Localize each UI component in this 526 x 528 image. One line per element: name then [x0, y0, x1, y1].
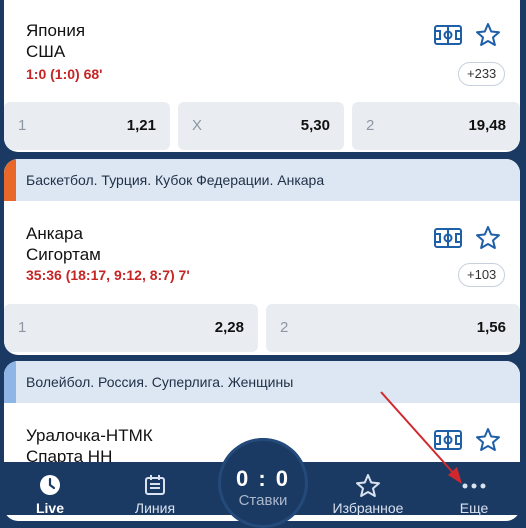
event-card-japan-usa[interactable]: Япония США 1:0 (1:0) 68' +233 1 1,21 X 5…: [4, 0, 520, 152]
more-markets-badge[interactable]: +233: [458, 62, 506, 86]
team-1: Уралочка-НТМК: [26, 426, 153, 445]
odd-label: 2: [366, 117, 375, 134]
nav-line[interactable]: Линия: [115, 462, 195, 516]
odd-value: 5,30: [300, 117, 330, 134]
clock-icon: [40, 475, 60, 495]
odd-button-1[interactable]: 1 1,21: [4, 102, 170, 150]
odd-value: 1,56: [476, 319, 506, 336]
live-score: 35:36 (18:17, 9:12, 8:7) 7': [26, 267, 190, 283]
nav-label: Live: [35, 500, 64, 516]
nav-live[interactable]: Live: [10, 462, 90, 516]
favorite-star-icon[interactable]: [475, 225, 501, 251]
odd-button-1[interactable]: 1 2,28: [4, 304, 258, 352]
odd-button-2[interactable]: 2 19,48: [352, 102, 520, 150]
nav-label: Избранное: [332, 500, 404, 516]
teams: Анкара Сигортам: [26, 223, 101, 265]
odd-label: 1: [18, 117, 27, 134]
league-title: Баскетбол. Турция. Кубок Федерации. Анка…: [26, 172, 325, 188]
teams: Япония США: [26, 20, 85, 62]
teams: Уралочка-НТМК Спарта НН: [26, 425, 153, 467]
event-card-ankara[interactable]: Баскетбол. Турция. Кубок Федерации. Анка…: [4, 159, 520, 355]
team-1: Япония: [26, 21, 86, 40]
odd-label: 1: [18, 319, 27, 336]
field-icon[interactable]: [434, 228, 462, 248]
league-title: Волейбол. Россия. Суперлига. Женщины: [26, 374, 294, 390]
odd-value: 2,28: [214, 319, 244, 336]
odd-label: 2: [280, 319, 289, 336]
sport-accent: [4, 159, 16, 201]
favorite-star-icon[interactable]: [475, 427, 501, 453]
more-dots-icon: [462, 483, 486, 489]
team-2: Сигортам: [26, 245, 101, 264]
calendar-icon: [145, 475, 165, 495]
sport-accent: [4, 361, 16, 403]
odd-button-2[interactable]: 2 1,56: [266, 304, 520, 352]
team-1: Анкара: [26, 224, 83, 243]
league-header[interactable]: Волейбол. Россия. Суперлига. Женщины: [4, 361, 520, 403]
odd-value: 19,48: [468, 117, 506, 134]
field-icon[interactable]: [434, 430, 462, 450]
live-score: 1:0 (1:0) 68': [26, 66, 103, 82]
field-icon[interactable]: [434, 25, 462, 45]
nav-label: Еще: [459, 500, 489, 516]
odd-label: X: [192, 117, 203, 134]
nav-label: Линия: [134, 500, 176, 516]
favorite-star-icon[interactable]: [475, 22, 501, 48]
bet-slip-label: Ставки: [238, 492, 288, 509]
team-2: США: [26, 42, 66, 61]
odd-value: 1,21: [126, 117, 156, 134]
star-icon: [356, 474, 380, 497]
bet-slip-count: 0 : 0: [235, 466, 291, 491]
nav-favorites[interactable]: Избранное: [318, 462, 418, 516]
odd-button-x[interactable]: X 5,30: [178, 102, 344, 150]
more-markets-badge[interactable]: +103: [458, 263, 506, 287]
league-header[interactable]: Баскетбол. Турция. Кубок Федерации. Анка…: [4, 159, 520, 201]
nav-more[interactable]: Еще: [434, 462, 514, 516]
